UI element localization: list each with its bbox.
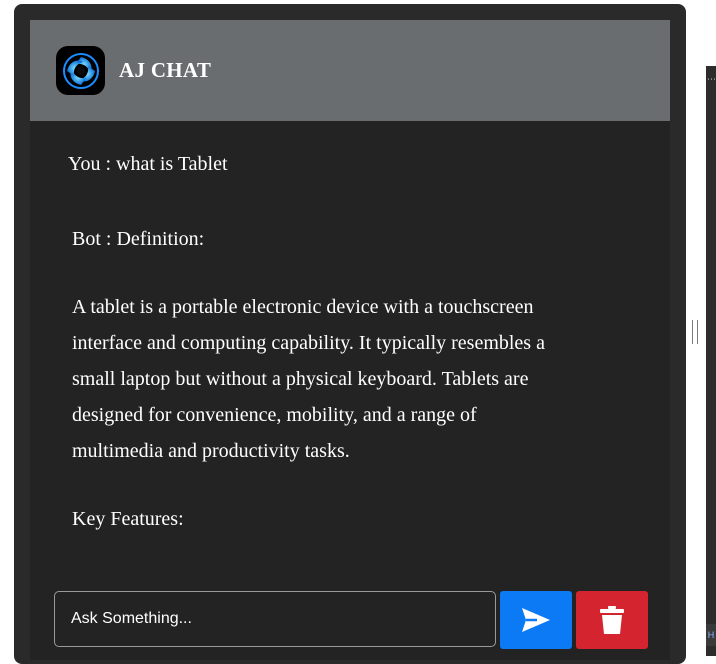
- bot-message-line: multimedia and productivity tasks.: [72, 440, 350, 462]
- side-panel-strip: [706, 66, 716, 656]
- send-button[interactable]: [500, 591, 572, 649]
- message-list: You : what is Tablet Bot : Definition: A…: [30, 121, 670, 581]
- user-message: You : what is Tablet: [68, 153, 228, 175]
- app-title: AJ CHAT: [119, 58, 212, 82]
- bot-message-line: A tablet is a portable electronic device…: [72, 296, 534, 318]
- resize-handle[interactable]: [692, 320, 698, 344]
- send-arrow-icon: [522, 608, 550, 632]
- chat-window: AJ CHAT You : what is Tablet Bot : Defin…: [30, 20, 670, 660]
- bot-message: Bot : Definition: A tablet is a portable…: [72, 221, 612, 537]
- bot-message-line: interface and computing capability. It t…: [72, 332, 545, 354]
- chat-header: AJ CHAT: [30, 20, 670, 121]
- ask-input[interactable]: [54, 591, 496, 647]
- bot-message-subheading: Key Features:: [72, 508, 184, 530]
- side-panel-corner-label[interactable]: H: [706, 624, 716, 646]
- more-options-icon[interactable]: ⋯: [707, 76, 716, 85]
- input-row: [54, 591, 648, 649]
- swirl-logo-icon: [56, 46, 105, 95]
- bot-message-line: small laptop but without a physical keyb…: [72, 368, 529, 390]
- bot-message-line: designed for convenience, mobility, and …: [72, 404, 477, 426]
- bot-message-heading: Bot : Definition:: [72, 228, 205, 250]
- delete-button[interactable]: [576, 591, 648, 649]
- trash-icon: [600, 606, 624, 634]
